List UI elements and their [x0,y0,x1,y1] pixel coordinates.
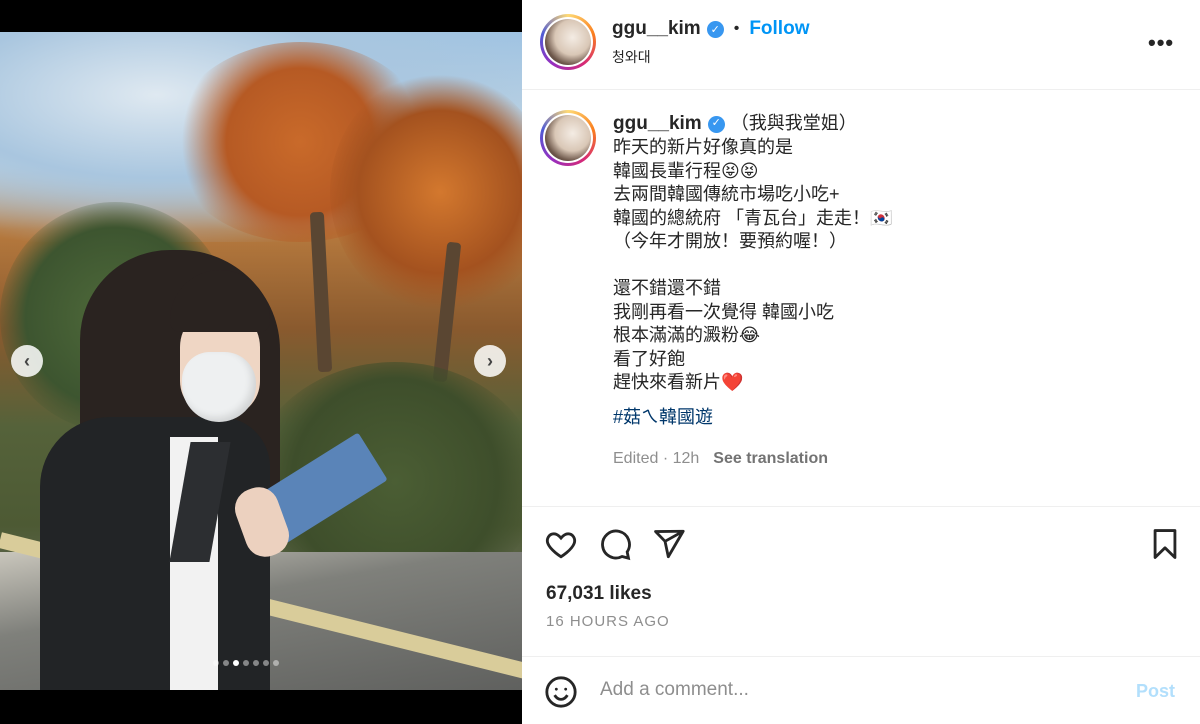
carousel-dot [263,660,269,666]
carousel-next-button[interactable]: › [474,345,506,377]
caption-line: 還不錯還不錯 [613,278,721,298]
carousel-dot [253,660,259,666]
emoji-button[interactable] [544,675,578,714]
verified-badge-icon: ✓ [706,20,724,38]
photo-person-jacket [40,417,270,690]
carousel-dot [213,660,219,666]
post-location[interactable]: 청와대 [612,47,651,67]
likes-count[interactable]: 67,031 likes [546,583,652,605]
chevron-left-icon: ‹ [24,350,30,371]
caption-meta: Edited · 12h See translation [613,450,828,468]
post-photo [0,32,522,690]
caption-line [613,254,1173,278]
save-button[interactable] [1148,527,1182,566]
author-avatar[interactable] [540,14,596,70]
comment-icon [601,529,631,561]
caption-line: 去兩間韓國傳統市場吃小吃+ [613,184,840,204]
caption-line: （今年才開放！要預約喔！） [613,231,847,251]
share-icon [654,529,685,559]
carousel-prev-button[interactable]: ‹ [11,345,43,377]
carousel-dot [233,660,239,666]
share-button[interactable] [652,527,686,566]
caption-line: 韓國長輩行程😝😝 [613,160,759,181]
carousel-indicator [213,660,279,666]
more-options-icon[interactable]: ••• [1148,30,1174,56]
chevron-right-icon: › [487,350,493,371]
avatar-image [545,19,591,65]
comment-bar: Post [522,656,1200,724]
edited-timestamp: Edited · 12h [613,450,700,467]
emoji-icon [545,676,577,708]
post-media: ‹ › [0,0,522,724]
header-separator: • [733,20,740,37]
comment-button[interactable] [598,527,632,566]
carousel-dot [273,660,279,666]
caption-avatar[interactable] [540,110,596,166]
caption-line: 韓國的總統府 「青瓦台」走走！🇰🇷 [613,207,893,228]
caption-line: 昨天的新片好像真的是 [613,137,793,157]
carousel-dot [223,660,229,666]
post-header: ggu__kim ✓ • Follow 청와대 ••• [522,0,1200,90]
post-actions: 67,031 likes 16 HOURS AGO [522,506,1200,656]
see-translation-button[interactable]: See translation [713,450,828,468]
post-timestamp: 16 HOURS AGO [546,613,670,630]
hashtag-link[interactable]: #菇ㄟ韓國遊 [613,406,713,430]
post-side-panel: ggu__kim ✓ • Follow 청와대 ••• ggu__kim ✓ （… [522,0,1200,724]
comment-input[interactable] [600,679,1100,701]
author-username[interactable]: ggu__kim [612,18,701,40]
caption-line: 趕快來看新片❤️ [613,372,744,392]
avatar-image [545,115,591,161]
caption-line: （我與我堂姐） [730,113,857,134]
heart-icon [545,532,577,559]
caption: ggu__kim ✓ （我與我堂姐） 昨天的新片好像真的是 韓國長輩行程😝😝 去… [613,112,1173,429]
carousel-dot [243,660,249,666]
verified-badge-icon: ✓ [707,115,725,133]
caption-username[interactable]: ggu__kim [613,112,702,136]
post-comment-button[interactable]: Post [1136,681,1175,702]
caption-line: 我剛再看一次覺得 韓國小吃 [613,301,834,322]
like-button[interactable] [544,527,578,566]
caption-block: ggu__kim ✓ （我與我堂姐） 昨天的新片好像真的是 韓國長輩行程😝😝 去… [522,90,1200,505]
follow-button[interactable]: Follow [749,18,809,40]
caption-line: 看了好飽 [613,348,685,369]
caption-line: 根本滿滿的澱粉😂 [613,325,761,345]
bookmark-icon [1153,529,1177,559]
